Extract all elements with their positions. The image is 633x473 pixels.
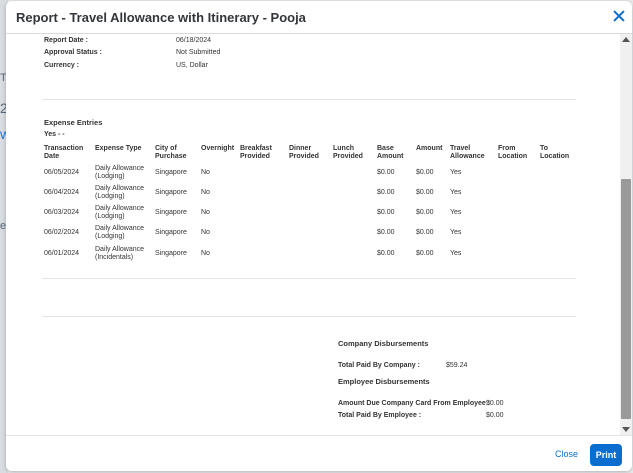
row-overnight: No [201, 229, 210, 236]
row-city: Singapore [155, 250, 187, 257]
row-overnight: No [201, 189, 210, 196]
report-date-value: 06/18/2024 [176, 37, 212, 44]
divider [42, 278, 576, 279]
dialog-footer: Close Print [6, 435, 632, 471]
row-overnight: No [201, 250, 210, 257]
row-overnight: No [201, 169, 210, 176]
divider [42, 316, 576, 317]
row-travel-allowance: Yes [450, 250, 462, 257]
row-base-amount: $0.00 [377, 250, 395, 257]
col-from-location: From Location [498, 145, 528, 160]
company-disbursements-heading: Company Disbursements [338, 339, 429, 348]
col-base-amount: Base Amount [377, 145, 404, 160]
row-expense-type: Daily Allowance (Lodging) [95, 205, 145, 220]
divider [42, 99, 576, 100]
employee-disbursements-heading: Employee Disbursements [338, 377, 430, 386]
vertical-scrollbar[interactable] [620, 34, 632, 435]
row-city: Singapore [155, 209, 187, 216]
row-amount: $0.00 [416, 250, 434, 257]
row-date: 06/03/2024 [44, 209, 80, 216]
total-paid-by-employee-label: Total Paid By Employee : [338, 412, 422, 419]
scroll-down-icon[interactable] [622, 427, 630, 432]
amount-due-label: Amount Due Company Card From Employee : [338, 400, 491, 407]
row-amount: $0.00 [416, 229, 434, 236]
row-date: 06/05/2024 [44, 169, 80, 176]
report-dialog: Report - Travel Allowance with Itinerary… [6, 1, 632, 471]
col-transaction-date: Transaction Date [44, 145, 84, 160]
total-paid-by-company-value: $59.24 [446, 362, 468, 369]
row-base-amount: $0.00 [377, 229, 395, 236]
approval-status-label: Approval Status : [44, 49, 102, 56]
row-base-amount: $0.00 [377, 209, 395, 216]
row-city: Singapore [155, 169, 187, 176]
scroll-up-icon[interactable] [622, 37, 630, 42]
row-city: Singapore [155, 229, 187, 236]
scrollbar-thumb[interactable] [621, 179, 631, 419]
col-city: City of Purchase [155, 145, 187, 160]
row-expense-type: Daily Allowance (Lodging) [95, 185, 145, 200]
report-body: Report Date : 06/18/2024 Approval Status… [6, 34, 620, 435]
total-paid-by-company-label: Total Paid By Company : [338, 362, 420, 369]
col-lunch: Lunch Provided [333, 145, 363, 160]
expense-entries-heading: Expense Entries [44, 118, 103, 127]
col-amount: Amount [416, 145, 443, 152]
row-expense-type: Daily Allowance (Incidentals) [95, 246, 145, 261]
close-icon[interactable] [612, 9, 626, 23]
col-overnight: Overnight [201, 145, 235, 152]
row-date: 06/04/2024 [44, 189, 80, 196]
dialog-header: Report - Travel Allowance with Itinerary… [6, 1, 632, 34]
row-amount: $0.00 [416, 169, 434, 176]
currency-value: US, Dollar [176, 62, 208, 69]
row-overnight: No [201, 209, 210, 216]
print-button[interactable]: Print [590, 444, 622, 466]
group-label: Yes - - [44, 131, 65, 138]
row-base-amount: $0.00 [377, 169, 395, 176]
report-date-label: Report Date : [44, 37, 88, 44]
row-travel-allowance: Yes [450, 209, 462, 216]
row-expense-type: Daily Allowance (Lodging) [95, 165, 145, 180]
close-button[interactable]: Close [555, 449, 578, 459]
col-expense-type: Expense Type [95, 145, 142, 152]
row-amount: $0.00 [416, 209, 434, 216]
row-date: 06/01/2024 [44, 250, 80, 257]
row-amount: $0.00 [416, 189, 434, 196]
row-travel-allowance: Yes [450, 229, 462, 236]
approval-status-value: Not Submitted [176, 49, 221, 56]
amount-due-value: $0.00 [486, 400, 504, 407]
col-dinner: Dinner Provided [289, 145, 319, 160]
col-travel-allowance: Travel Allowance [450, 145, 485, 160]
col-to-location: To Location [540, 145, 570, 160]
row-city: Singapore [155, 189, 187, 196]
row-base-amount: $0.00 [377, 189, 395, 196]
row-travel-allowance: Yes [450, 189, 462, 196]
row-expense-type: Daily Allowance (Lodging) [95, 225, 145, 240]
currency-label: Currency : [44, 62, 80, 69]
row-travel-allowance: Yes [450, 169, 462, 176]
col-breakfast: Breakfast Provided [240, 145, 272, 160]
row-date: 06/02/2024 [44, 229, 80, 236]
dialog-title: Report - Travel Allowance with Itinerary… [16, 10, 306, 25]
total-paid-by-employee-value: $0.00 [486, 412, 504, 419]
